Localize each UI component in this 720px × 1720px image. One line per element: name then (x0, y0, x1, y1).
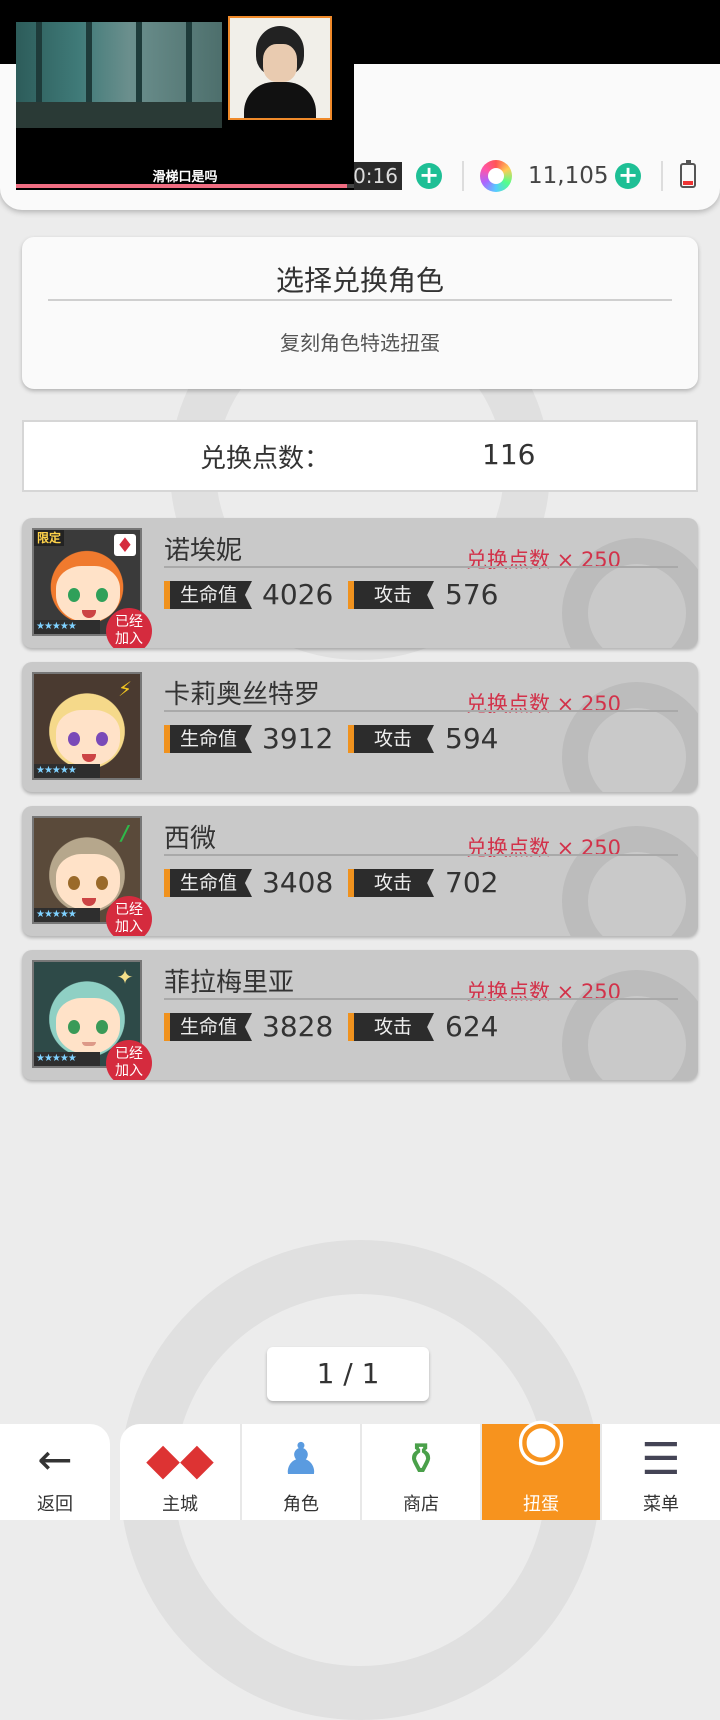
nav-item-gacha[interactable]: ◉ 扭蛋 (480, 1408, 600, 1520)
divider (48, 299, 672, 301)
floating-video-window[interactable]: 滑梯口是吗 (16, 16, 354, 190)
select-character-card: 选择兑换角色 复刻角色特选扭蛋 (22, 237, 698, 389)
character-name: 卡莉奥丝特罗 (164, 680, 321, 710)
video-scene (16, 22, 222, 128)
nav-item-castle[interactable]: ◆◆ 主城 (120, 1424, 240, 1520)
rarity-stars: ★★★★★ (34, 764, 100, 778)
exchange-cost: 兑换点数 × 250 (466, 692, 622, 716)
element-wind-icon: / (121, 821, 129, 845)
hp-value: 3828 (262, 1010, 334, 1043)
element-lightning-icon: ⚡ (117, 677, 133, 701)
hp-label: 生命值 (164, 1013, 252, 1041)
joined-badge: 已经 加入 (106, 896, 152, 936)
exchange-points-box: 兑换点数： 116 (22, 420, 698, 492)
hp-value: 4026 (262, 578, 334, 611)
joined-badge: 已经 加入 (106, 608, 152, 648)
character-card[interactable]: ✦ ★★★★★ 已经 加入 菲拉梅里亚 兑换点数 × 250 生命值 3828 攻… (22, 950, 698, 1080)
webcam-feed (228, 16, 332, 120)
nav-item-character[interactable]: ♟ 角色 (240, 1424, 360, 1520)
attack-value: 576 (445, 578, 499, 611)
character-card[interactable]: ⚡ ★★★★★ 卡莉奥丝特罗 兑换点数 × 250 生命值 3912 攻击 59… (22, 662, 698, 792)
divider (164, 998, 678, 1000)
character-portrait: ⚡ ★★★★★ (32, 672, 142, 780)
back-label: 返回 (37, 1494, 73, 1515)
attack-label: 攻击 (348, 1013, 434, 1041)
back-button[interactable]: ← 返回 (0, 1424, 110, 1520)
points-value: 116 (482, 438, 536, 471)
hp-label: 生命值 (164, 581, 252, 609)
exchange-cost: 兑换点数 × 250 (466, 836, 622, 860)
divider (164, 566, 678, 568)
nav-label: 主城 (162, 1494, 198, 1515)
rarity-stars: ★★★★★ (34, 620, 100, 634)
battery-icon (680, 160, 696, 188)
attack-value: 594 (445, 722, 499, 755)
joined-badge: 已经 加入 (106, 1040, 152, 1080)
nav-label: 商店 (403, 1494, 439, 1515)
nav-label: 扭蛋 (523, 1494, 559, 1515)
character-card[interactable]: 限定 ♦ ★★★★★ 已经 加入 诺埃妮 兑换点数 × 250 生命值 4026 … (22, 518, 698, 648)
attack-label: 攻击 (348, 869, 434, 897)
limited-tag: 限定 (34, 530, 65, 546)
divider (661, 161, 663, 191)
exchange-cost: 兑换点数 × 250 (466, 980, 622, 1004)
menu-icon: ☰ (641, 1434, 681, 1485)
select-title: 选择兑换角色 (275, 264, 444, 297)
nav-label: 菜单 (643, 1494, 679, 1515)
exchange-cost: 兑换点数 × 250 (466, 548, 622, 572)
nav-label: 角色 (283, 1494, 319, 1515)
shop-icon: ⚱ (402, 1434, 440, 1485)
character-name: 诺埃妮 (164, 536, 243, 566)
hp-label: 生命值 (164, 869, 252, 897)
character-card[interactable]: / ★★★★★ 已经 加入 西微 兑换点数 × 250 生命值 3408 攻击 7… (22, 806, 698, 936)
gem-count: 11,105 (528, 163, 609, 189)
divider (164, 854, 678, 856)
arrow-left-icon: ← (37, 1435, 73, 1484)
character-name: 菲拉梅里亚 (164, 968, 295, 998)
attack-value: 702 (445, 866, 499, 899)
character-name: 西微 (164, 824, 217, 854)
select-subtitle: 复刻角色特选扭蛋 (280, 331, 440, 355)
gem-icon (480, 160, 512, 192)
video-progress-fill (16, 184, 348, 188)
gacha-icon: ◉ (515, 1404, 567, 1472)
divider (462, 161, 464, 191)
add-stamina-button[interactable]: + (416, 163, 442, 189)
video-progress-bar[interactable] (16, 184, 354, 188)
element-light-icon: ✦ (116, 965, 134, 989)
hp-value: 3912 (262, 722, 334, 755)
attack-value: 624 (445, 1010, 499, 1043)
rarity-stars: ★★★★★ (34, 908, 100, 922)
add-gem-button[interactable]: + (615, 163, 641, 189)
nav-item-menu[interactable]: ☰ 菜单 (600, 1424, 720, 1520)
nav-item-shop[interactable]: ⚱ 商店 (360, 1424, 480, 1520)
video-caption: 滑梯口是吗 (152, 170, 218, 185)
element-diamond-icon: ♦ (114, 534, 136, 556)
hp-label: 生命值 (164, 725, 252, 753)
divider (164, 710, 678, 712)
page-indicator: 1 / 1 (267, 1347, 429, 1401)
character-icon: ♟ (281, 1434, 321, 1485)
attack-label: 攻击 (348, 581, 434, 609)
attack-label: 攻击 (348, 725, 434, 753)
points-label: 兑换点数： (200, 444, 331, 474)
rarity-stars: ★★★★★ (34, 1052, 100, 1066)
castle-icon: ◆◆ (146, 1434, 214, 1485)
bottom-nav: ◆◆ 主城 ♟ 角色 ⚱ 商店 ◉ 扭蛋 ☰ 菜单 (120, 1408, 720, 1520)
hp-value: 3408 (262, 866, 334, 899)
